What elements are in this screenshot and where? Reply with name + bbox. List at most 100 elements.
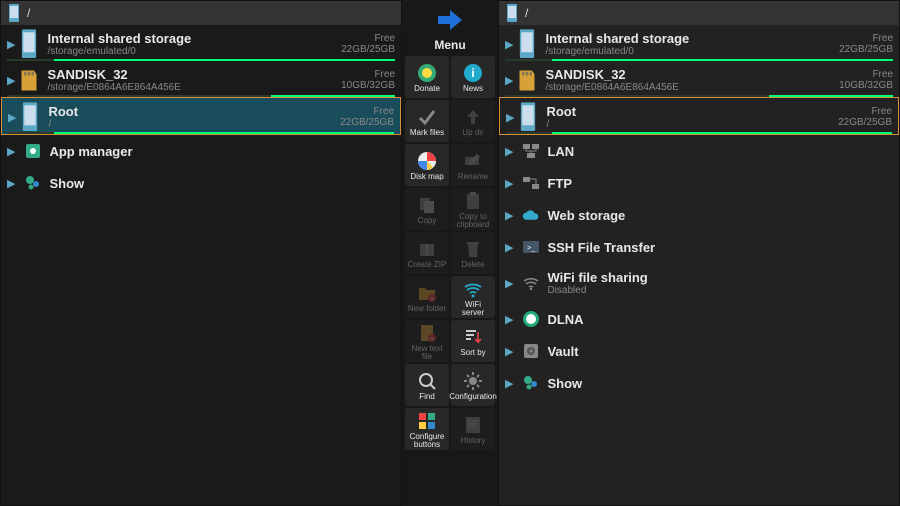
donate-icon <box>416 62 438 84</box>
show-icon <box>521 374 541 392</box>
menu-mark[interactable]: Mark files <box>405 100 449 142</box>
dlna-icon <box>521 310 541 328</box>
storage-row-left-1[interactable]: ▶ SANDISK_32 /storage/E0864A6E864A456E F… <box>1 61 401 97</box>
menu-sort[interactable]: Sort by <box>451 320 495 362</box>
vault-icon <box>521 342 541 360</box>
menu-newt: + New text file <box>405 320 449 362</box>
row-left-0[interactable]: ▶ App manager <box>1 135 401 167</box>
row-label: LAN <box>547 144 893 159</box>
storage-row-left-0[interactable]: ▶ Internal shared storage /storage/emula… <box>1 25 401 61</box>
menu-newf: + New folder <box>405 276 449 318</box>
row-right-3[interactable]: ▶ >_ SSH File Transfer <box>499 231 899 263</box>
menu-label: Configuration <box>449 393 497 401</box>
storage-icon <box>517 67 537 93</box>
expand-icon[interactable]: ▶ <box>505 74 513 87</box>
storage-size: Free22GB/25GB <box>839 33 893 55</box>
row-right-5[interactable]: ▶ DLNA <box>499 303 899 335</box>
expand-icon[interactable]: ▶ <box>505 313 513 326</box>
hist-icon <box>462 414 484 436</box>
news-icon: i <box>462 62 484 84</box>
menu-label: News <box>463 85 483 93</box>
conf-icon <box>462 370 484 392</box>
menu-label: WiFi server <box>453 301 493 317</box>
expand-icon[interactable]: ▶ <box>8 111 16 124</box>
expand-icon[interactable]: ▶ <box>7 38 15 51</box>
menu-conf[interactable]: Configuration <box>451 364 495 406</box>
right-path-bar[interactable]: / <box>499 1 899 25</box>
storage-icon <box>517 31 537 57</box>
menu-rename: Rename <box>451 144 495 186</box>
menu-label: Sort by <box>460 349 485 357</box>
storage-row-right-1[interactable]: ▶ SANDISK_32 /storage/E0864A6E864A456E F… <box>499 61 899 97</box>
storage-title: Root <box>546 104 838 119</box>
expand-icon[interactable]: ▶ <box>505 345 513 358</box>
storage-row-right-0[interactable]: ▶ Internal shared storage /storage/emula… <box>499 25 899 61</box>
menu-label: History <box>461 437 486 445</box>
expand-icon[interactable]: ▶ <box>505 177 513 190</box>
expand-icon[interactable]: ▶ <box>505 209 513 222</box>
row-right-7[interactable]: ▶ Show <box>499 367 899 399</box>
row-left-1[interactable]: ▶ Show <box>1 167 401 199</box>
clip-icon <box>462 190 484 212</box>
menu-label: Rename <box>458 173 488 181</box>
storage-row-right-2[interactable]: ▶ Root / Free22GB/25GB <box>499 97 899 135</box>
usage-bar <box>8 132 394 134</box>
storage-path: /storage/emulated/0 <box>47 46 341 57</box>
storage-icon <box>20 104 40 130</box>
menu-label: Configure buttons <box>407 433 447 449</box>
menu-label: Donate <box>414 85 440 93</box>
storage-path: /storage/emulated/0 <box>545 46 839 57</box>
wifi-icon <box>462 278 484 300</box>
svg-text:+: + <box>430 336 434 343</box>
menu-news[interactable]: i News <box>451 56 495 98</box>
left-path-bar[interactable]: / <box>1 1 401 25</box>
menu-label: Find <box>419 393 435 401</box>
expand-icon[interactable]: ▶ <box>505 277 513 290</box>
row-right-1[interactable]: ▶ FTP <box>499 167 899 199</box>
direction-arrow-icon[interactable] <box>435 8 465 32</box>
lan-icon <box>521 142 541 160</box>
menu-find[interactable]: Find <box>405 364 449 406</box>
menu-del: Delete <box>451 232 495 274</box>
expand-icon[interactable]: ▶ <box>505 241 513 254</box>
storage-title: Internal shared storage <box>545 31 839 46</box>
menu-label: New folder <box>408 305 446 313</box>
storage-row-left-2[interactable]: ▶ Root / Free22GB/25GB <box>1 97 401 135</box>
menu-zip: Create ZIP <box>405 232 449 274</box>
ssh-icon: >_ <box>521 238 541 256</box>
expand-icon[interactable]: ▶ <box>506 111 514 124</box>
wifishare-icon <box>521 274 541 292</box>
left-path-text: / <box>27 6 30 20</box>
menu-disk[interactable]: Disk map <box>405 144 449 186</box>
up-icon <box>462 106 484 128</box>
right-path-text: / <box>525 6 528 20</box>
ftp-icon <box>521 174 541 192</box>
menu-cbtn[interactable]: Configure buttons <box>405 408 449 450</box>
expand-icon[interactable]: ▶ <box>505 38 513 51</box>
expand-icon[interactable]: ▶ <box>505 145 513 158</box>
storage-size: Free22GB/25GB <box>340 106 394 128</box>
row-label: Vault <box>547 344 893 359</box>
mark-icon <box>416 106 438 128</box>
expand-icon[interactable]: ▶ <box>7 74 15 87</box>
storage-path: /storage/E0864A6E864A456E <box>47 82 341 93</box>
storage-icon <box>518 104 538 130</box>
expand-icon[interactable]: ▶ <box>505 377 513 390</box>
row-right-2[interactable]: ▶ Web storage <box>499 199 899 231</box>
app-icon <box>23 142 43 160</box>
storage-size: Free22GB/25GB <box>341 33 395 55</box>
zip-icon <box>416 238 438 260</box>
storage-size: Free22GB/25GB <box>838 106 892 128</box>
row-right-0[interactable]: ▶ LAN <box>499 135 899 167</box>
newf-icon: + <box>416 282 438 304</box>
row-right-4[interactable]: ▶ WiFi file sharingDisabled <box>499 263 899 303</box>
expand-icon[interactable]: ▶ <box>7 145 15 158</box>
expand-icon[interactable]: ▶ <box>7 177 15 190</box>
menu-donate[interactable]: Donate <box>405 56 449 98</box>
storage-title: Root <box>48 104 340 119</box>
menu-wifi[interactable]: WiFi server <box>451 276 495 318</box>
rename-icon <box>462 150 484 172</box>
row-label: Web storage <box>547 208 893 223</box>
storage-icon <box>19 31 39 57</box>
row-right-6[interactable]: ▶ Vault <box>499 335 899 367</box>
